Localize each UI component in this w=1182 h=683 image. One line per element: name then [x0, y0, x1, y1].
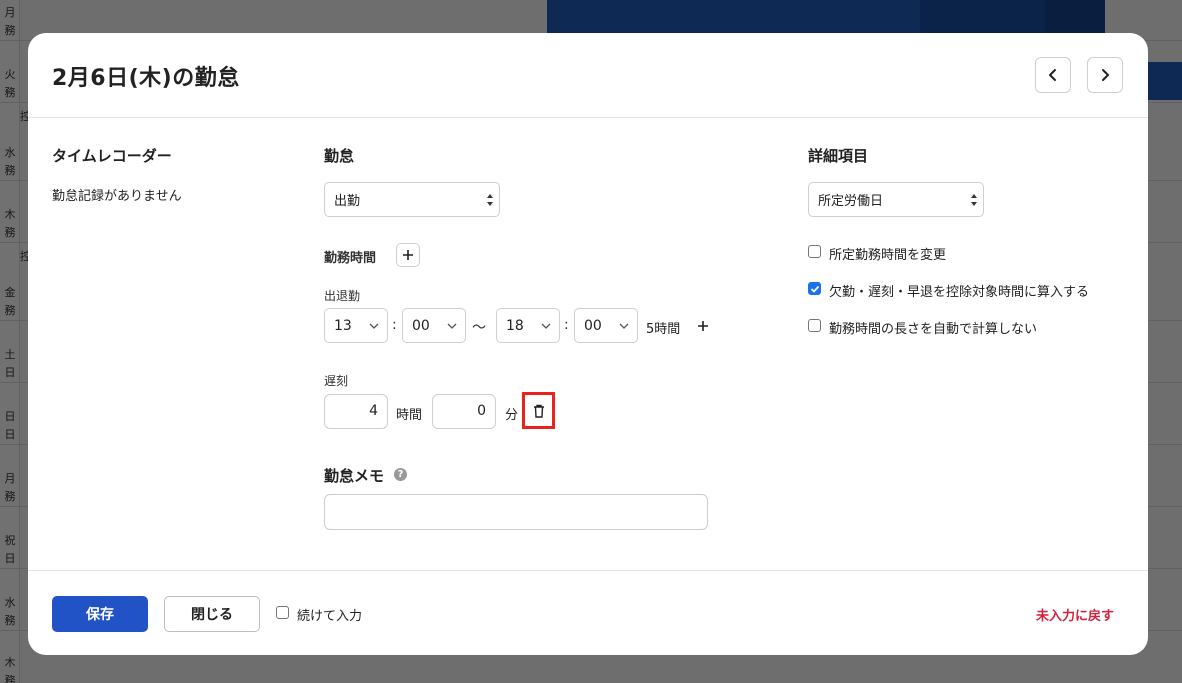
trash-icon — [533, 404, 544, 418]
no-auto-calc-label: 勤務時間の長さを自動で計算しない — [829, 322, 1038, 337]
minutes-unit: 分 — [505, 408, 519, 423]
add-time-range-plus-icon[interactable] — [696, 319, 710, 333]
save-button[interactable]: 保存 — [52, 596, 148, 632]
change-scheduled-hours-checkbox[interactable] — [808, 245, 821, 258]
attendance-heading: 勤怠 — [324, 147, 355, 165]
late-label: 遅刻 — [324, 374, 349, 388]
work-duration: 5時間 — [646, 322, 681, 337]
checkmark-icon — [810, 285, 820, 293]
modal-footer: 保存 閉じる 続けて入力 未入力に戻す — [28, 570, 1148, 655]
late-minutes-input[interactable]: 0 — [432, 394, 496, 429]
details-heading: 詳細項目 — [808, 147, 869, 165]
select-arrows-icon — [971, 194, 977, 206]
end-hour-select[interactable]: 18 — [496, 308, 560, 343]
next-day-button[interactable] — [1087, 57, 1123, 93]
end-minute-value: 00 — [584, 317, 602, 334]
include-deduction-label: 欠勤・遅刻・早退を控除対象時間に算入する — [829, 285, 1090, 300]
time-recorder-heading: タイムレコーダー — [52, 147, 172, 165]
chevron-down-icon — [447, 323, 457, 329]
late-hours-input[interactable]: 4 — [324, 394, 388, 429]
time-recorder-message: 勤怠記録がありません — [52, 189, 182, 204]
work-time-label: 勤務時間 — [324, 251, 377, 266]
end-hour-value: 18 — [506, 317, 524, 334]
attendance-memo-label: 勤怠メモ — [324, 467, 385, 485]
chevron-down-icon — [541, 323, 551, 329]
reset-to-empty-link[interactable]: 未入力に戻す — [1036, 605, 1114, 624]
day-type-value: 所定労働日 — [818, 194, 884, 209]
attendance-type-select[interactable]: 出勤 — [324, 182, 500, 217]
close-button[interactable]: 閉じる — [164, 596, 260, 632]
day-type-select[interactable]: 所定労働日 — [808, 182, 984, 217]
select-arrows-icon — [487, 194, 493, 206]
include-deduction-checkbox[interactable] — [808, 282, 821, 295]
start-minute-select[interactable]: 00 — [402, 308, 466, 343]
hours-unit: 時間 — [396, 408, 423, 423]
chevron-left-icon — [1049, 69, 1056, 81]
plus-icon — [403, 250, 413, 260]
continue-input-checkbox[interactable] — [276, 606, 289, 619]
attendance-memo-input[interactable] — [324, 494, 708, 530]
attendance-modal: 2月6日(木)の勤怠 タイムレコーダー 勤怠記録がありません 勤怠 出勤 勤務時… — [28, 33, 1148, 655]
clock-in-out-label: 出退勤 — [324, 289, 361, 303]
chevron-down-icon — [369, 323, 379, 329]
change-scheduled-hours-label: 所定勤務時間を変更 — [829, 248, 947, 263]
time-colon: : — [564, 317, 569, 333]
start-hour-value: 13 — [334, 317, 352, 334]
attendance-type-value: 出勤 — [334, 194, 361, 209]
modal-header: 2月6日(木)の勤怠 — [28, 33, 1148, 118]
time-colon: : — [392, 317, 397, 333]
start-minute-value: 00 — [412, 317, 430, 334]
chevron-down-icon — [619, 323, 629, 329]
chevron-right-icon — [1102, 69, 1109, 81]
delete-late-button[interactable] — [522, 392, 555, 429]
add-work-time-button[interactable] — [396, 243, 420, 267]
modal-title: 2月6日(木)の勤怠 — [52, 66, 240, 91]
start-hour-select[interactable]: 13 — [324, 308, 388, 343]
previous-day-button[interactable] — [1035, 57, 1071, 93]
help-icon[interactable]: ? — [394, 468, 407, 481]
no-auto-calc-checkbox[interactable] — [808, 319, 821, 332]
continue-input-label: 続けて入力 — [297, 609, 363, 624]
time-range-separator: 〜 — [472, 320, 486, 336]
end-minute-select[interactable]: 00 — [574, 308, 638, 343]
